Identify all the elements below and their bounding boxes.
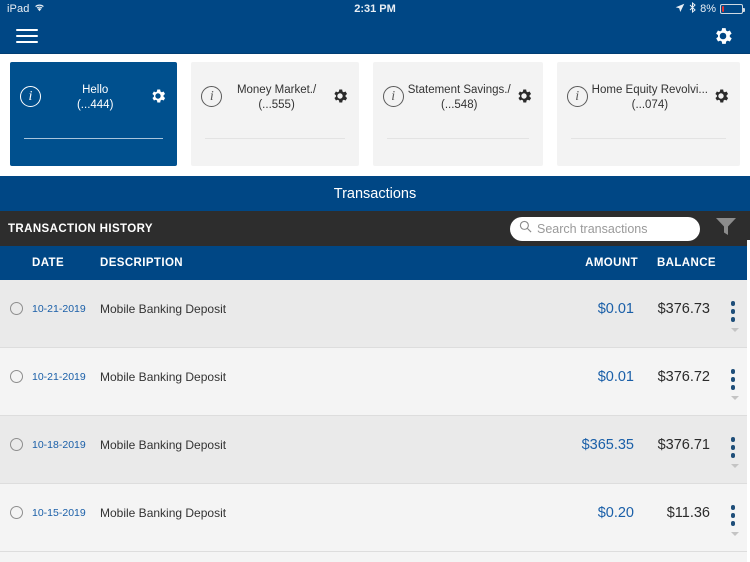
row-overflow-menu-button[interactable] [716,369,750,390]
gear-icon[interactable] [712,87,730,105]
account-name: Money Market./ [236,84,317,96]
vertical-dots-icon [716,369,750,390]
transactions-table-body: 10-21-2019 Mobile Banking Deposit $0.01 $37… [0,280,750,552]
row-date[interactable]: 10-15-2019 [32,505,100,519]
search-transactions-field[interactable] [510,216,700,241]
battery-percent-label: 8% [700,3,716,15]
table-row[interactable]: 10-18-2019 Mobile Banking Deposit $365.35 $… [0,416,750,484]
row-balance: $11.36 [666,505,710,521]
card-divider [205,138,345,139]
card-divider [386,138,529,139]
ios-status-bar: iPad 2:31 PM 8% [0,0,750,18]
card-divider [570,138,726,139]
chevron-down-icon[interactable] [731,532,739,536]
vertical-dots-icon [716,505,750,526]
table-row[interactable]: 10-15-2019 Mobile Banking Deposit $0.20 $11… [0,484,750,552]
account-number: (...074) [631,99,669,111]
date-column-header[interactable]: DATE [32,257,100,269]
status-bar-left: iPad [7,3,45,15]
location-arrow-icon [675,3,685,16]
account-number: (...555) [258,99,295,111]
chevron-down-icon[interactable] [731,464,739,468]
row-overflow-menu-button[interactable] [716,437,750,458]
filter-button[interactable] [708,211,744,246]
row-overflow-menu-button[interactable] [716,505,750,526]
row-description: Mobile Banking Deposit [100,370,227,384]
amount-column-header[interactable]: AMOUNT [546,257,638,269]
account-card-1[interactable]: i Money Market./ (...555) [191,62,359,166]
chevron-down-icon[interactable] [731,328,739,332]
row-amount[interactable]: $0.01 [546,369,638,385]
description-column-header[interactable]: DESCRIPTION [100,257,546,269]
account-card-title: Home Equity Revolvi... (...074) [588,76,712,113]
gear-icon[interactable] [149,87,167,105]
hamburger-menu-icon[interactable] [16,25,38,47]
row-description: Mobile Banking Deposit [100,506,227,520]
account-name: Hello [82,84,109,96]
vertical-dots-icon [716,437,750,458]
bluetooth-icon [689,1,696,16]
row-description: Mobile Banking Deposit [100,302,227,316]
status-bar-time: 2:31 PM [354,3,396,15]
gear-icon[interactable] [331,87,349,105]
wifi-icon [34,3,45,15]
info-icon[interactable]: i [382,86,404,107]
row-balance: $376.73 [657,301,710,317]
account-card-title: Money Market./ (...555) [222,76,330,113]
vertical-dots-icon [716,301,750,322]
app-nav-bar [0,18,750,54]
chevron-down-icon[interactable] [731,396,739,400]
row-date[interactable]: 10-21-2019 [32,369,100,383]
table-row[interactable]: 10-21-2019 Mobile Banking Deposit $0.01 $37… [0,280,750,348]
row-balance: $376.72 [657,369,710,385]
transactions-table-header: DATE DESCRIPTION AMOUNT BALANCE [0,246,750,280]
account-card-title: Statement Savings./ (...548) [404,76,515,113]
account-card-title: Hello (...444) [41,76,149,113]
info-icon[interactable]: i [20,86,41,107]
app-screen: iPad 2:31 PM 8% i Hello (...444) i Money… [0,0,750,562]
account-card-3[interactable]: i Home Equity Revolvi... (...074) [556,62,740,166]
battery-icon [720,4,745,14]
account-card-list: i Hello (...444) i Money Market./(...555) i St… [0,54,750,176]
account-card-0[interactable]: i Hello (...444) [10,62,178,166]
transaction-history-toolbar: TRANSACTION HISTORY [0,211,750,246]
table-row[interactable]: 10-21-2019 Mobile Banking Deposit $0.01 $37… [0,348,750,416]
row-date[interactable]: 10-21-2019 [32,301,100,315]
row-select-checkbox[interactable] [0,301,32,315]
row-balance: $376.71 [657,437,710,453]
row-select-checkbox[interactable] [0,369,32,383]
row-amount[interactable]: $365.35 [546,437,638,453]
carrier-label: iPad [7,3,30,15]
gear-icon[interactable] [515,87,533,105]
status-bar-right: 8% [675,1,745,16]
row-description: Mobile Banking Deposit [100,438,227,452]
filter-funnel-icon [715,216,737,241]
account-card-2[interactable]: i Statement Savings./ (...548) [372,62,543,166]
info-icon[interactable]: i [566,86,588,107]
row-overflow-menu-button[interactable] [716,301,750,322]
transactions-title-bar: Transactions [0,176,750,211]
transactions-title: Transactions [333,185,417,202]
info-icon[interactable]: i [201,86,223,107]
account-number: (...444) [76,99,114,111]
row-amount[interactable]: $0.01 [546,301,638,317]
row-date[interactable]: 10-18-2019 [32,437,100,451]
transaction-history-label: TRANSACTION HISTORY [8,222,153,235]
account-number: (...548) [440,99,478,111]
row-select-checkbox[interactable] [0,437,32,451]
row-select-checkbox[interactable] [0,505,32,519]
row-amount[interactable]: $0.20 [546,505,638,521]
gear-icon[interactable] [712,25,734,47]
balance-column-header[interactable]: BALANCE [638,257,716,269]
search-input[interactable] [537,221,698,236]
account-name: Statement Savings./ [407,84,511,96]
account-name: Home Equity Revolvi... [591,84,708,96]
card-divider [24,138,164,139]
search-icon [519,220,532,238]
